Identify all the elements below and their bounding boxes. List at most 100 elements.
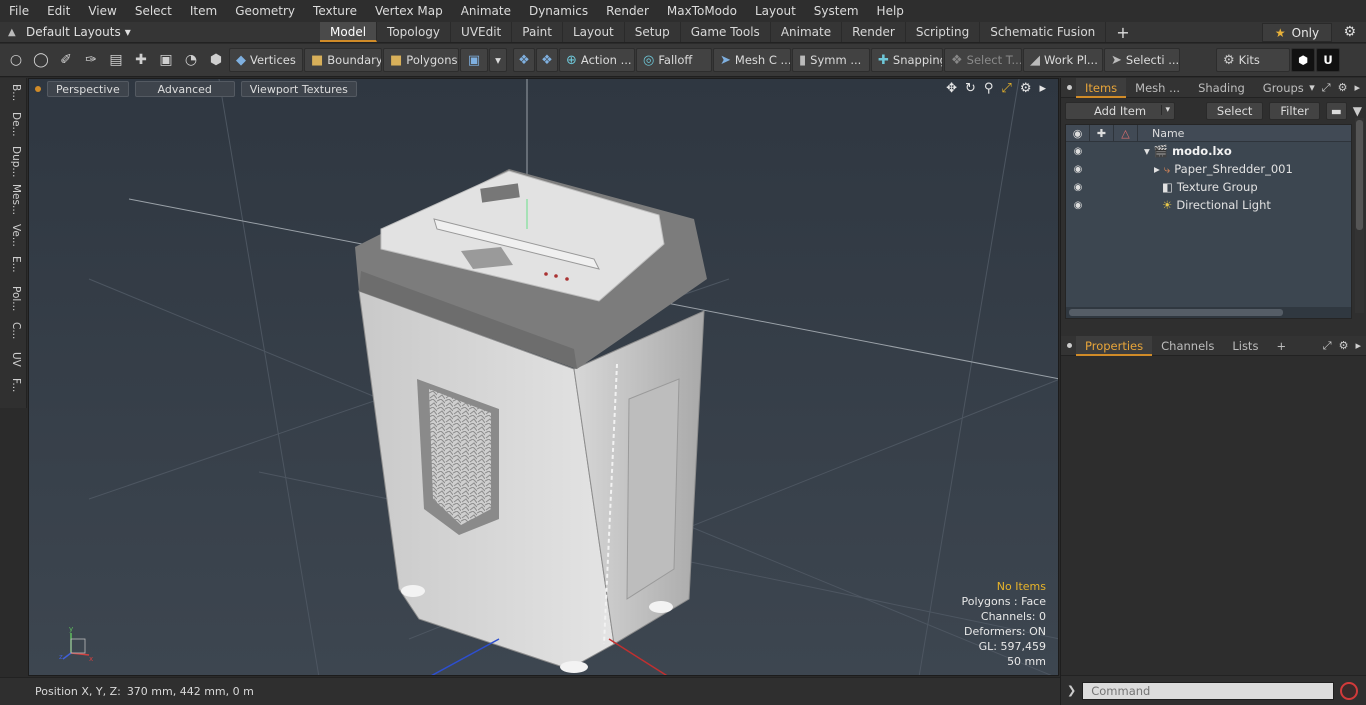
- panel-menu-dot-icon[interactable]: [1067, 85, 1072, 90]
- menu-render[interactable]: Render: [597, 0, 658, 22]
- tab-groups[interactable]: Groups: [1254, 78, 1313, 98]
- brush-icon[interactable]: ✑: [79, 48, 103, 72]
- menu-layout[interactable]: Layout: [746, 0, 805, 22]
- tree-row-light[interactable]: ◉ ☀ Directional Light: [1066, 196, 1351, 214]
- item-mode-icon[interactable]: ⬢: [204, 48, 228, 72]
- menu-system[interactable]: System: [805, 0, 868, 22]
- menu-vertex-map[interactable]: Vertex Map: [366, 0, 452, 22]
- select-through-button[interactable]: ❖ Select T...: [944, 48, 1022, 72]
- menu-view[interactable]: View: [79, 0, 125, 22]
- viewport-play-icon[interactable]: ▸: [1039, 81, 1046, 96]
- vtab-vertex[interactable]: Ve...: [4, 224, 22, 252]
- chevron-down-icon[interactable]: ▾: [1309, 81, 1315, 95]
- zoom-icon[interactable]: ⚲: [984, 81, 994, 96]
- material-dropdown[interactable]: ▾: [489, 48, 507, 72]
- vtab-fusion[interactable]: F...: [4, 378, 22, 404]
- gear-icon[interactable]: ⚙: [1343, 24, 1356, 40]
- collapse-button[interactable]: ▬: [1325, 102, 1347, 120]
- tab-topology[interactable]: Topology: [377, 22, 452, 42]
- unreal-button[interactable]: U: [1316, 48, 1340, 72]
- menu-animate[interactable]: Animate: [452, 0, 520, 22]
- mesh-constraint-button[interactable]: ➤ Mesh C ...: [713, 48, 791, 72]
- tab-lists[interactable]: Lists: [1223, 336, 1267, 356]
- tree-row-texture-group[interactable]: ◉ ◧ Texture Group: [1066, 178, 1351, 196]
- tab-paint[interactable]: Paint: [512, 22, 563, 42]
- expand-icon[interactable]: ⤢: [1323, 339, 1332, 353]
- panel-menu-dot-icon[interactable]: [1067, 343, 1072, 348]
- tab-mesh[interactable]: Mesh ...: [1126, 78, 1189, 98]
- tree-row-mesh[interactable]: ◉ ▸ ⤷ Paper_Shredder_001: [1066, 160, 1351, 178]
- symmetry-button[interactable]: ▮ Symm ...: [792, 48, 870, 72]
- viewport-textures-button[interactable]: Viewport Textures: [240, 81, 357, 97]
- expand-arrow-icon[interactable]: ▸: [1154, 162, 1160, 176]
- tab-render[interactable]: Render: [842, 22, 906, 42]
- maximize-icon[interactable]: ⤢: [1001, 81, 1011, 96]
- add-tab-button[interactable]: +: [1267, 336, 1295, 356]
- lock-column-icon[interactable]: ✚: [1090, 125, 1114, 142]
- tool-pipe-button[interactable]: ❖: [536, 48, 558, 72]
- vtab-polygon[interactable]: Pol...: [4, 286, 22, 318]
- vtab-uv[interactable]: UV: [4, 352, 22, 376]
- advanced-button[interactable]: Advanced: [134, 81, 235, 97]
- expand-icon[interactable]: ⤢: [1322, 81, 1331, 95]
- menu-item[interactable]: Item: [181, 0, 226, 22]
- panel-gear-icon[interactable]: ⚙: [1338, 81, 1348, 95]
- material-button[interactable]: ▣: [460, 48, 488, 72]
- menu-geometry[interactable]: Geometry: [226, 0, 304, 22]
- menu-edit[interactable]: Edit: [38, 0, 79, 22]
- up-arrow-icon[interactable]: ▲: [8, 27, 22, 38]
- vtab-curve[interactable]: C...: [4, 322, 22, 348]
- tab-animate[interactable]: Animate: [771, 22, 843, 42]
- unity-button[interactable]: ⬢: [1291, 48, 1315, 72]
- kits-button[interactable]: ⚙ Kits: [1216, 48, 1290, 72]
- menu-help[interactable]: Help: [868, 0, 913, 22]
- name-column-header[interactable]: Name: [1138, 127, 1184, 140]
- orbit-icon[interactable]: ↻: [965, 81, 976, 96]
- select-button[interactable]: Select: [1205, 102, 1264, 120]
- item-list[interactable]: ◉ ✚ △ Name ◉ ▾ 🎬 modo.lxo ◉ ▸ ⤷ Paper_Shredd…: [1065, 124, 1352, 319]
- tab-uvedit[interactable]: UVEdit: [451, 22, 513, 42]
- globe-icon[interactable]: ◯: [29, 48, 53, 72]
- perspective-button[interactable]: Perspective: [47, 81, 129, 97]
- tab-properties[interactable]: Properties: [1076, 335, 1153, 356]
- tab-shading[interactable]: Shading: [1189, 78, 1254, 98]
- selection-sets-button[interactable]: ➤ Selecti ...: [1104, 48, 1180, 72]
- eye-icon[interactable]: ◉: [1066, 200, 1090, 211]
- move-icon[interactable]: ✚: [129, 48, 153, 72]
- tab-model[interactable]: Model: [320, 22, 378, 42]
- vtab-duplicate[interactable]: Dup...: [4, 146, 22, 180]
- snapping-button[interactable]: ✚ Snapping: [871, 48, 943, 72]
- polygons-button[interactable]: ■ Polygons: [383, 48, 459, 72]
- eye-icon[interactable]: ◉: [1066, 182, 1090, 193]
- record-icon[interactable]: [1340, 681, 1359, 700]
- pen-icon[interactable]: ✐: [54, 48, 78, 72]
- funnel-icon[interactable]: ▼: [1353, 104, 1362, 118]
- chevron-down-icon[interactable]: ▾: [1160, 105, 1170, 115]
- tab-channels[interactable]: Channels: [1152, 336, 1223, 356]
- only-toggle[interactable]: ★ Only: [1262, 23, 1332, 42]
- vtab-deform[interactable]: De...: [4, 112, 22, 142]
- command-input[interactable]: [1082, 681, 1335, 700]
- add-item-button[interactable]: Add Item ▾: [1065, 102, 1176, 120]
- visibility-column-eye-icon[interactable]: ◉: [1066, 125, 1090, 142]
- collapse-arrow-icon[interactable]: ▾: [1144, 144, 1150, 158]
- render-column-icon[interactable]: △: [1114, 125, 1138, 142]
- boundary-button[interactable]: ■ Boundary: [304, 48, 382, 72]
- tab-scripting[interactable]: Scripting: [906, 22, 981, 42]
- eye-icon[interactable]: ◉: [1066, 146, 1090, 157]
- vtab-edge[interactable]: E...: [4, 256, 22, 282]
- rotate-icon[interactable]: ◔: [179, 48, 203, 72]
- default-layouts-dropdown[interactable]: ▲ Default Layouts ▾: [0, 25, 320, 39]
- tab-schematic-fusion[interactable]: Schematic Fusion: [980, 22, 1107, 42]
- tab-layout[interactable]: Layout: [563, 22, 625, 42]
- tab-game-tools[interactable]: Game Tools: [681, 22, 771, 42]
- tree-row-scene[interactable]: ◉ ▾ 🎬 modo.lxo: [1066, 142, 1351, 160]
- scale-icon[interactable]: ▣: [154, 48, 178, 72]
- vertices-button[interactable]: ◆ Vertices: [229, 48, 303, 72]
- symmetry-tool-button[interactable]: ❖: [513, 48, 535, 72]
- eye-icon[interactable]: ◉: [1066, 164, 1090, 175]
- viewport-gear-icon[interactable]: ⚙: [1020, 81, 1032, 96]
- menu-texture[interactable]: Texture: [304, 0, 366, 22]
- viewport-menu-dot-icon[interactable]: [35, 86, 41, 92]
- vtab-basic[interactable]: B...: [4, 84, 22, 110]
